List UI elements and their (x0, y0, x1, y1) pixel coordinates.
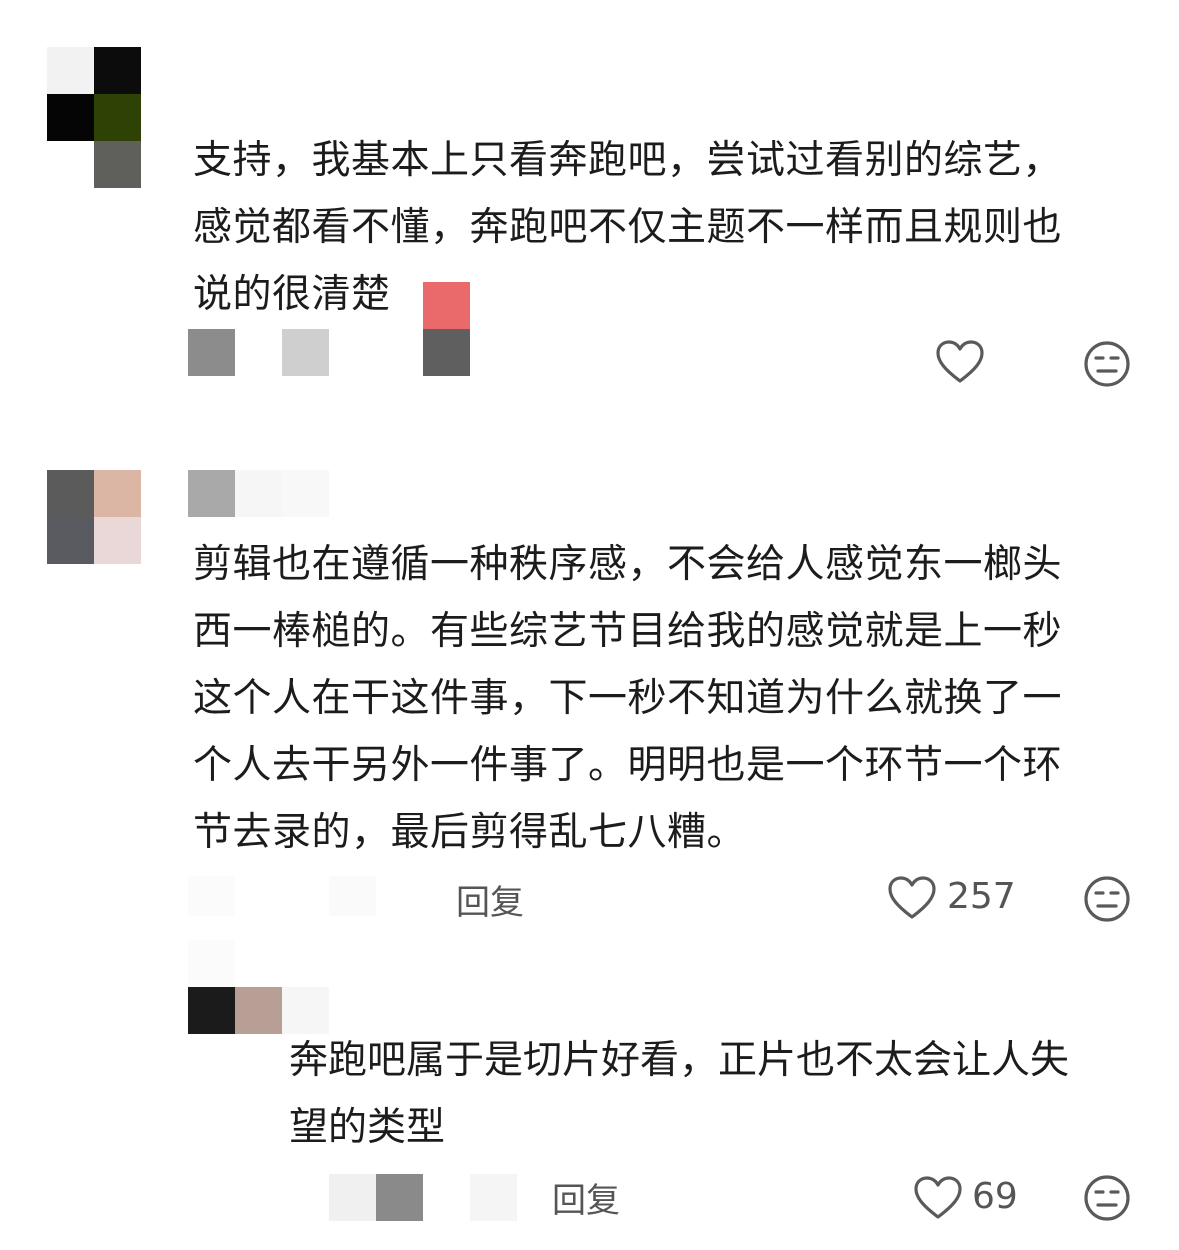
like-heart-icon[interactable] (914, 1176, 962, 1220)
like-heart-icon[interactable] (936, 340, 984, 384)
comment-text: 剪辑也在遵循一种秩序感，不会给人感觉东一榔头 西一棒槌的。有些综艺节目给我的感觉… (193, 542, 1063, 855)
comment-meta-obscured (188, 282, 470, 376)
reply-meta-obscured (329, 1174, 517, 1221)
reply-button[interactable]: 回复 (456, 875, 524, 924)
avatar[interactable] (47, 47, 141, 188)
like-count: 257 (947, 876, 1016, 917)
reply-text: 奔跑吧属于是切片好看，正片也不太会让人失 望的类型 (289, 1038, 1070, 1150)
neutral-face-icon[interactable] (1083, 875, 1131, 923)
neutral-face-icon[interactable] (1083, 340, 1131, 388)
like-heart-icon[interactable] (888, 876, 936, 920)
avatar[interactable] (47, 470, 141, 564)
neutral-face-icon[interactable] (1083, 1174, 1131, 1222)
username-obscured[interactable] (188, 470, 329, 517)
like-count: 69 (972, 1176, 1018, 1217)
reply-button[interactable]: 回复 (552, 1173, 620, 1222)
comment-meta-obscured (188, 876, 423, 916)
avatar[interactable] (188, 940, 282, 1034)
